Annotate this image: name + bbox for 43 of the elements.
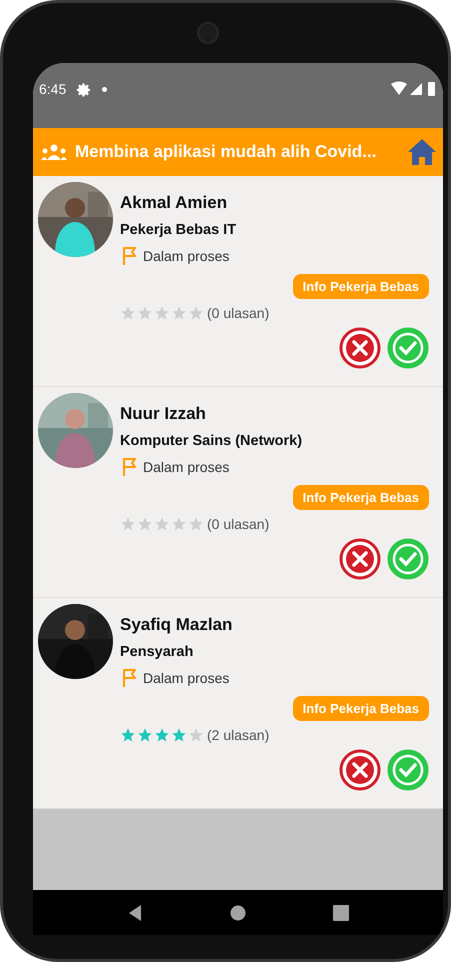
reject-button[interactable] <box>339 749 381 791</box>
star-icon <box>171 305 187 321</box>
star-icon <box>188 727 204 743</box>
star-icon <box>188 305 204 321</box>
dot-icon <box>102 87 108 92</box>
reject-button[interactable] <box>339 327 381 369</box>
worker-name: Nuur Izzah <box>120 404 207 424</box>
star-icon <box>137 305 153 321</box>
gear-icon <box>76 82 92 98</box>
status-text: Dalam proses <box>143 459 230 475</box>
info-button[interactable]: Info Pekerja Bebas <box>292 485 429 510</box>
home-nav-icon[interactable] <box>230 904 246 920</box>
worker-role: Komputer Sains (Network) <box>120 433 304 449</box>
star-icon <box>120 516 136 532</box>
worker-name: Syafiq Mazlan <box>120 615 234 635</box>
star-icon <box>137 727 153 743</box>
worker-name: Akmal Amien <box>120 193 228 213</box>
status-text: Dalam proses <box>143 670 230 686</box>
worker-role: Pekerja Bebas IT <box>120 222 238 238</box>
info-button[interactable]: Info Pekerja Bebas <box>292 696 429 721</box>
home-icon[interactable] <box>407 138 437 166</box>
star-icon <box>154 305 170 321</box>
group-icon <box>41 143 67 161</box>
star-icon <box>120 305 136 321</box>
star-icon <box>154 727 170 743</box>
star-icon <box>154 516 170 532</box>
star-icon <box>137 516 153 532</box>
status-time: 6:45 <box>39 81 66 97</box>
info-button[interactable]: Info Pekerja Bebas <box>292 274 429 299</box>
worker-role: Pensyarah <box>120 644 194 660</box>
back-icon[interactable] <box>126 904 143 922</box>
star-icon <box>120 727 136 743</box>
signal-battery-icon <box>391 81 437 97</box>
status-text: Dalam proses <box>143 248 230 264</box>
recent-apps-icon[interactable] <box>333 904 350 920</box>
review-count: (0 ulasan) <box>207 516 270 532</box>
star-icon <box>171 727 187 743</box>
star-icon <box>188 516 204 532</box>
review-count: (2 ulasan) <box>207 727 270 743</box>
review-count: (0 ulasan) <box>207 305 270 321</box>
app-title: Membina aplikasi mudah alih Covid... <box>75 142 378 162</box>
reject-button[interactable] <box>339 538 381 580</box>
star-icon <box>171 516 187 532</box>
